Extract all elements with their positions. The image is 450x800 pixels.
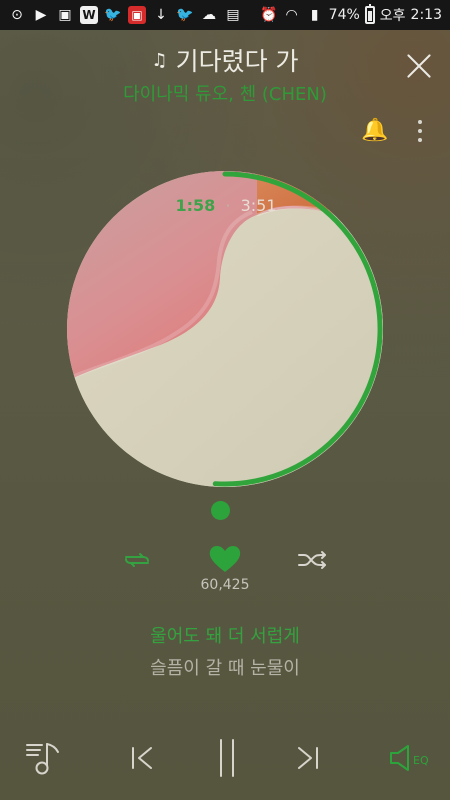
battery-icon (364, 4, 375, 24)
previous-track-icon[interactable] (128, 744, 156, 772)
time-display: 1:58 · 3:51 (168, 196, 284, 215)
total-time: 3:51 (240, 196, 277, 215)
like-count: 60,425 (200, 577, 250, 593)
red-app-icon: ▣ (128, 6, 146, 24)
bottom-controls: EQ (0, 734, 450, 782)
next-track-icon[interactable] (294, 744, 322, 772)
music-note-icon: ♫ (151, 50, 168, 71)
signal-icon: ▮ (310, 7, 319, 23)
twitter-icon: 🐦 (104, 7, 122, 23)
next-lyric[interactable]: 슬픔이 갈 때 눈물이 (70, 658, 380, 680)
twitter-icon: 🐦 (176, 7, 194, 23)
image-icon: ▣ (58, 7, 72, 23)
battery-percent: 74% (328, 7, 360, 23)
close-button[interactable] (403, 50, 435, 82)
page-indicator-dot (211, 501, 230, 520)
song-title: 기다렸다 가 (175, 47, 299, 76)
song-info: ♫ 기다렸다 가 다이나믹 듀오, 첸 (CHEN) (75, 47, 375, 106)
status-right: ⏰ ◠ ▮ 74% 오후 2:13 (260, 0, 442, 30)
equalizer-speaker-icon[interactable]: EQ (388, 742, 430, 774)
download-icon: ↓ (155, 7, 167, 23)
playback-options: 60,425 (0, 540, 450, 600)
heart-icon[interactable] (208, 544, 242, 574)
status-left: ⊙ ▶ ▣ W 🐦 ▣ ↓ 🐦 ☁ ▤ (8, 0, 242, 30)
svg-text:EQ: EQ (413, 754, 429, 767)
album-art[interactable] (67, 171, 383, 487)
repeat-icon[interactable] (122, 550, 152, 570)
playlist-icon[interactable] (25, 738, 65, 778)
time-separator: · (225, 196, 231, 215)
wifi-icon: ◠ (285, 7, 298, 23)
bell-icon[interactable]: 🔔 (361, 119, 388, 143)
artist-name[interactable]: 다이나믹 듀오, 첸 (CHEN) (75, 84, 375, 106)
song-title-row: ♫ 기다렸다 가 (75, 47, 375, 77)
status-bar: ⊙ ▶ ▣ W 🐦 ▣ ↓ 🐦 ☁ ▤ ⏰ ◠ ▮ 74% 오후 2:13 (0, 0, 450, 30)
shuffle-icon[interactable] (297, 550, 328, 570)
status-time: 2:13 (410, 7, 442, 23)
w-app-icon: W (80, 6, 98, 24)
current-lyric[interactable]: 울어도 돼 더 서럽게 (70, 626, 380, 648)
elapsed-time: 1:58 (175, 196, 216, 215)
alarm-icon: ⏰ (259, 7, 278, 23)
file-icon: ▤ (226, 7, 240, 23)
pause-icon[interactable] (214, 738, 240, 778)
more-options-button[interactable] (410, 118, 430, 144)
ampm-label: 오후 (379, 8, 406, 24)
youtube-icon: ▶ (35, 7, 47, 23)
music-circle-icon: ⊙ (11, 7, 23, 23)
weather-icon: ☁ (202, 7, 216, 23)
